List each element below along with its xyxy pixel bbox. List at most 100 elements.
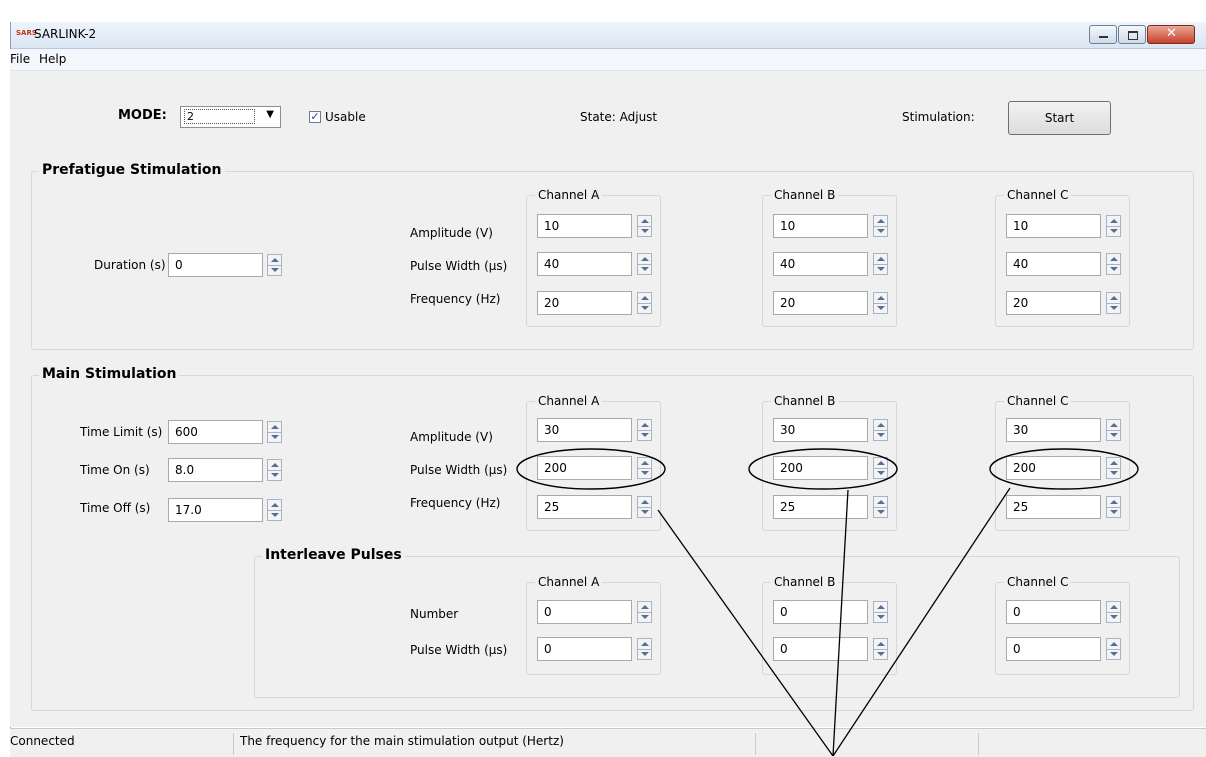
- pre-a-amplitude-field[interactable]: 10: [537, 214, 632, 238]
- usable-checkbox[interactable]: ✓: [309, 111, 321, 123]
- main-a-frequency-spinner[interactable]: [637, 496, 652, 518]
- main-a-amplitude-field[interactable]: 30: [537, 418, 632, 442]
- interleave-b-number-spinner[interactable]: [873, 601, 888, 623]
- channel-title: Channel A: [535, 575, 603, 589]
- minimize-icon: [1099, 36, 1108, 38]
- pre-c-pulse-width-spinner[interactable]: [1106, 253, 1121, 275]
- start-button[interactable]: Start: [1008, 101, 1111, 135]
- channel-title: Channel B: [771, 188, 839, 202]
- interleave-b-pulse-width-field[interactable]: 0: [773, 637, 868, 661]
- status-divider: [978, 733, 979, 755]
- pre-a-pulse-width-spinner[interactable]: [637, 253, 652, 275]
- time-on-spinner[interactable]: [267, 459, 282, 481]
- mode-label: MODE:: [118, 108, 167, 123]
- time-limit-label: Time Limit (s): [80, 425, 163, 439]
- main-c-pulse-width-field[interactable]: 200: [1006, 456, 1101, 480]
- pre-b-amplitude-field[interactable]: 10: [773, 214, 868, 238]
- status-divider: [755, 733, 756, 755]
- main-c-pulse-width-spinner[interactable]: [1106, 457, 1121, 479]
- main-c-frequency-field[interactable]: 25: [1006, 495, 1101, 519]
- main-b-frequency-spinner[interactable]: [873, 496, 888, 518]
- main-a-pulse-width-field[interactable]: 200: [537, 456, 632, 480]
- pre-a-frequency-spinner[interactable]: [637, 292, 652, 314]
- main-b-pulse-width-spinner[interactable]: [873, 457, 888, 479]
- pre-b-frequency-spinner[interactable]: [873, 292, 888, 314]
- usable-label: Usable: [325, 110, 366, 124]
- time-off-label: Time Off (s): [80, 501, 151, 515]
- status-hint: The frequency for the main stimulation o…: [240, 734, 564, 748]
- duration-label: Duration (s): [94, 258, 166, 272]
- pre-b-pulse-width-spinner[interactable]: [873, 253, 888, 275]
- main-b-amplitude-field[interactable]: 30: [773, 418, 868, 442]
- time-limit-spinner[interactable]: [267, 421, 282, 443]
- main-c-frequency-spinner[interactable]: [1106, 496, 1121, 518]
- menu-file[interactable]: File: [10, 52, 30, 66]
- window-title: SARLINK-2: [34, 27, 97, 41]
- interleave-b-number-field[interactable]: 0: [773, 600, 868, 624]
- time-on-field[interactable]: 8.0: [168, 458, 263, 482]
- pre-c-amplitude-field[interactable]: 10: [1006, 214, 1101, 238]
- time-on-label: Time On (s): [80, 463, 150, 477]
- main-b-amplitude-spinner[interactable]: [873, 419, 888, 441]
- interleave-title: Interleave Pulses: [262, 547, 405, 563]
- pre-c-amplitude-spinner[interactable]: [1106, 215, 1121, 237]
- main-a-frequency-field[interactable]: 25: [537, 495, 632, 519]
- interleave-channel-c: Channel C: [995, 575, 1130, 675]
- duration-spinner[interactable]: [267, 254, 282, 276]
- pre-b-frequency-field[interactable]: 20: [773, 291, 868, 315]
- pre-c-frequency-field[interactable]: 20: [1006, 291, 1101, 315]
- pre-a-frequency-field[interactable]: 20: [537, 291, 632, 315]
- maximize-button[interactable]: [1118, 25, 1146, 44]
- pre-a-pulse-width-field[interactable]: 40: [537, 252, 632, 276]
- time-off-spinner[interactable]: [267, 499, 282, 521]
- main-c-amplitude-field[interactable]: 30: [1006, 418, 1101, 442]
- prefatigue-title: Prefatigue Stimulation: [39, 162, 225, 178]
- time-off-field[interactable]: 17.0: [168, 498, 263, 522]
- interleave-a-pulse-width-spinner[interactable]: [637, 638, 652, 660]
- menu-bar: File Help: [10, 49, 1206, 71]
- close-button[interactable]: ✕: [1147, 25, 1195, 44]
- interleave-a-pulse-width-field[interactable]: 0: [537, 637, 632, 661]
- main-a-pulse-width-spinner[interactable]: [637, 457, 652, 479]
- minimize-button[interactable]: [1089, 25, 1117, 44]
- channel-title: Channel C: [1004, 188, 1072, 202]
- main-frequency-label: Frequency (Hz): [410, 496, 501, 510]
- channel-title: Channel C: [1004, 575, 1072, 589]
- main-b-frequency-field[interactable]: 25: [773, 495, 868, 519]
- interleave-a-number-field[interactable]: 0: [537, 600, 632, 624]
- channel-title: Channel A: [535, 188, 603, 202]
- main-title: Main Stimulation: [39, 366, 180, 382]
- interleave-channel-b: Channel B: [762, 575, 897, 675]
- main-b-pulse-width-field[interactable]: 200: [773, 456, 868, 480]
- pre-b-amplitude-spinner[interactable]: [873, 215, 888, 237]
- main-c-amplitude-spinner[interactable]: [1106, 419, 1121, 441]
- maximize-icon: [1128, 31, 1138, 40]
- mode-select-value: 2: [184, 109, 255, 124]
- pre-pulse-width-label: Pulse Width (µs): [410, 259, 508, 273]
- status-connection: Connected: [10, 734, 75, 748]
- interleave-a-number-spinner[interactable]: [637, 601, 652, 623]
- menu-help[interactable]: Help: [39, 52, 66, 66]
- pre-a-amplitude-spinner[interactable]: [637, 215, 652, 237]
- interleave-c-pulse-width-spinner[interactable]: [1106, 638, 1121, 660]
- interleave-c-number-field[interactable]: 0: [1006, 600, 1101, 624]
- time-limit-field[interactable]: 600: [168, 420, 263, 444]
- duration-field[interactable]: 0: [168, 253, 263, 277]
- pre-c-frequency-spinner[interactable]: [1106, 292, 1121, 314]
- channel-title: Channel A: [535, 394, 603, 408]
- chevron-down-icon: ▼: [266, 109, 274, 120]
- interleave-pulse-width-label: Pulse Width (µs): [410, 643, 508, 657]
- main-pulse-width-label: Pulse Width (µs): [410, 463, 508, 477]
- close-icon: ✕: [1166, 26, 1177, 41]
- interleave-b-pulse-width-spinner[interactable]: [873, 638, 888, 660]
- channel-title: Channel B: [771, 394, 839, 408]
- main-a-amplitude-spinner[interactable]: [637, 419, 652, 441]
- interleave-channel-a: Channel A: [526, 575, 661, 675]
- state-text: State: Adjust: [580, 110, 658, 124]
- interleave-c-number-spinner[interactable]: [1106, 601, 1121, 623]
- stimulation-label: Stimulation:: [902, 110, 975, 124]
- interleave-c-pulse-width-field[interactable]: 0: [1006, 637, 1101, 661]
- pre-c-pulse-width-field[interactable]: 40: [1006, 252, 1101, 276]
- pre-b-pulse-width-field[interactable]: 40: [773, 252, 868, 276]
- mode-select[interactable]: 2 ▼: [180, 106, 281, 128]
